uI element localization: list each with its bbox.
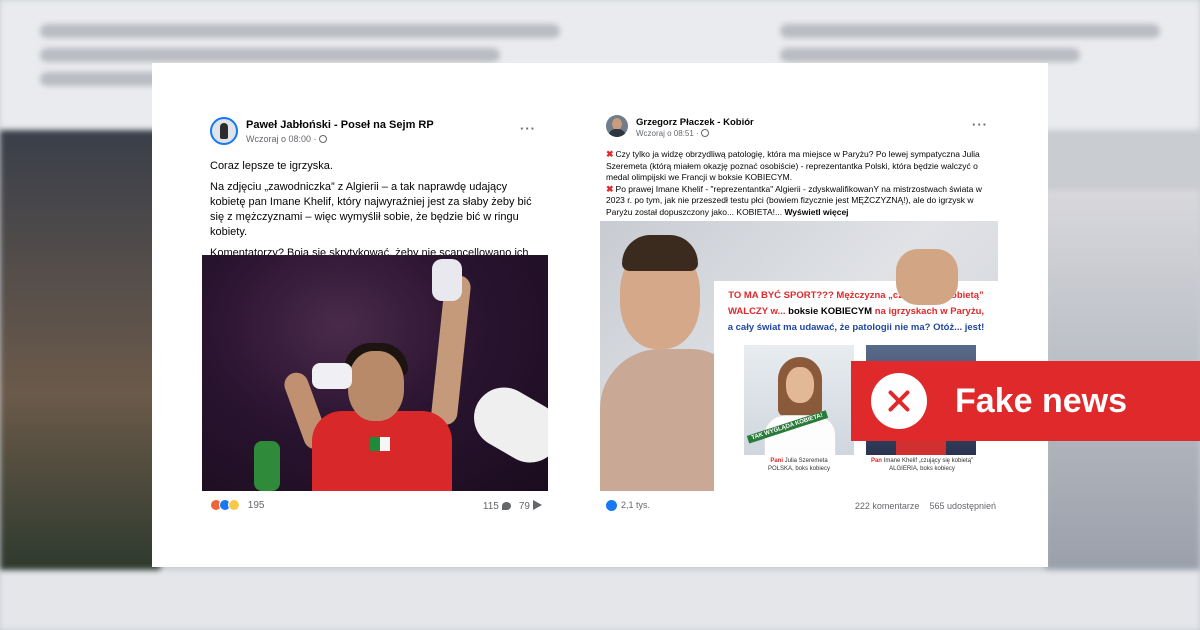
graphic-photo-left: TAK WYGLĄDA KOBIETA! bbox=[744, 345, 854, 455]
comment-count: 115 bbox=[482, 501, 499, 512]
bg-bottom-area bbox=[0, 570, 1200, 630]
post-paragraph: Na zdjęciu „zawodniczka” z Algierii – a … bbox=[210, 181, 532, 238]
post-header: Grzegorz Płaczek - Kobiór Wczoraj o 08:5… bbox=[600, 111, 998, 151]
post-photo-graphic[interactable]: TO MA BYĆ SPORT??? Mężczyzna „czujący si… bbox=[600, 221, 998, 491]
bg-text-line bbox=[40, 24, 560, 38]
reactions-summary[interactable]: 2,1 tys. bbox=[606, 500, 651, 512]
more-options-icon[interactable]: ··· bbox=[520, 121, 536, 136]
cross-mark-icon: ✖ bbox=[606, 149, 614, 159]
cross-mark-icon: ✖ bbox=[606, 183, 614, 194]
bg-text-line bbox=[780, 24, 1160, 38]
like-reaction-icon bbox=[606, 500, 617, 512]
globe-icon bbox=[318, 135, 327, 143]
graphic-caption-right: Pan Imane Khelif „czujący się kobietą” A… bbox=[870, 458, 974, 472]
reaction-count: 195 bbox=[247, 499, 265, 511]
fake-news-label: Fake news bbox=[955, 381, 1127, 420]
post-footer: 2,1 tys. 222 komentarze 565 udostępnień bbox=[606, 497, 996, 517]
post-timestamp[interactable]: Wczoraj o 08:00 · bbox=[246, 134, 327, 144]
share-count: 565 udostępnień bbox=[929, 501, 996, 511]
close-circle-icon bbox=[871, 373, 927, 429]
comment-icon bbox=[501, 502, 511, 510]
post-header: Paweł Jabłoński - Poseł na Sejm RP Wczor… bbox=[202, 111, 550, 151]
graphic-caption-left: Pani Julia Szeremeta POLSKA, boks kobiec… bbox=[767, 458, 831, 472]
post-timestamp[interactable]: Wczoraj o 08:51 · bbox=[636, 129, 709, 138]
post-text: ✖ Czy tylko ja widzę obrzydliwą patologię… bbox=[606, 149, 996, 219]
author-avatar[interactable] bbox=[606, 115, 628, 137]
share-count: 79 bbox=[518, 501, 530, 512]
reactions-summary[interactable]: 195 bbox=[210, 499, 264, 511]
author-name[interactable]: Grzegorz Płaczek - Kobiór bbox=[636, 117, 754, 128]
see-more-link[interactable]: Wyświetl więcej bbox=[784, 207, 848, 217]
author-name[interactable]: Paweł Jabłoński - Poseł na Sejm RP bbox=[246, 119, 434, 131]
post-footer: 195 115 79 bbox=[210, 497, 542, 517]
graphic-subline: WALCZY w... boksie KOBIECYM na igrzyskac… bbox=[727, 306, 985, 317]
post-line: ✖ Po prawej Imane Khelif - "reprezentantk… bbox=[606, 183, 982, 217]
bg-text-line bbox=[40, 48, 500, 62]
post-stats[interactable]: 222 komentarze 565 udostępnień bbox=[855, 501, 996, 511]
facebook-post-left: Paweł Jabłoński - Poseł na Sejm RP Wczor… bbox=[202, 111, 550, 521]
facebook-post-right: Grzegorz Płaczek - Kobiór Wczoraj o 08:5… bbox=[600, 111, 998, 521]
comment-count: 222 komentarze bbox=[854, 501, 920, 511]
post-photo-boxer[interactable] bbox=[202, 255, 548, 491]
screenshot-panel: Paweł Jabłoński - Poseł na Sejm RP Wczor… bbox=[152, 63, 1048, 567]
fake-news-badge: Fake news bbox=[851, 361, 1200, 441]
graphic-question: a cały świat ma udawać, że patologii nie… bbox=[727, 322, 985, 333]
post-line: ✖ Czy tylko ja widzę obrzydliwą patologię… bbox=[606, 149, 980, 183]
reaction-count: 2,1 tys. bbox=[621, 500, 651, 510]
haha-reaction-icon bbox=[228, 499, 240, 511]
globe-icon bbox=[700, 129, 709, 137]
bg-text-line bbox=[780, 48, 1080, 62]
bg-left-image bbox=[0, 130, 160, 570]
more-options-icon[interactable]: ··· bbox=[972, 117, 988, 132]
share-icon bbox=[533, 500, 542, 510]
post-stats[interactable]: 115 79 bbox=[483, 500, 542, 512]
author-avatar[interactable] bbox=[210, 117, 238, 145]
post-paragraph: Coraz lepsze te igrzyska. bbox=[210, 160, 333, 172]
